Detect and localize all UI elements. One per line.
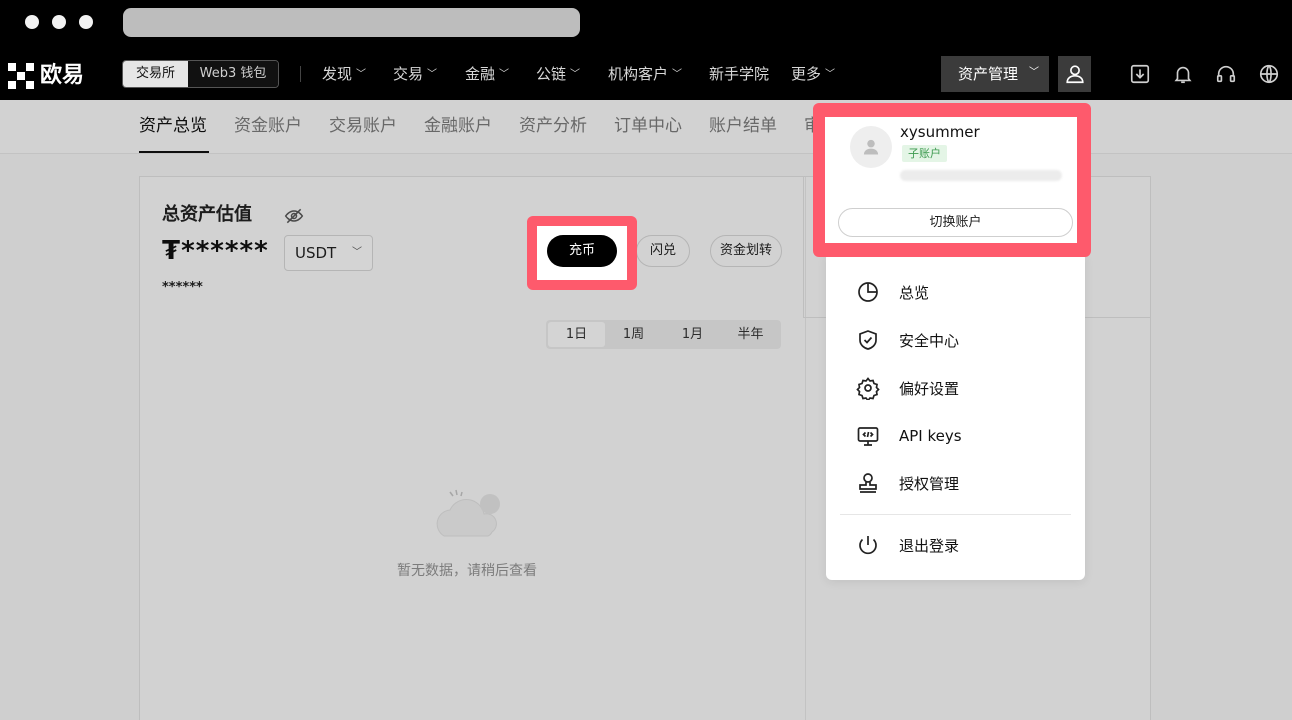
username: xysummer bbox=[900, 123, 980, 141]
overlay-dim bbox=[0, 100, 1292, 720]
menu-item-logout[interactable]: 退出登录 bbox=[856, 531, 959, 559]
chevron-down-icon: ﹀ bbox=[825, 69, 836, 80]
chevron-down-icon: ﹀ bbox=[427, 69, 438, 80]
brand-name: 欧易 bbox=[40, 63, 85, 88]
chevron-down-icon: ﹀ bbox=[672, 69, 683, 80]
window-close-dot[interactable] bbox=[25, 15, 39, 29]
avatar-user-icon bbox=[863, 139, 879, 155]
nav-institutional[interactable]: 机构客户 ﹀ bbox=[608, 64, 682, 87]
shield-icon bbox=[859, 330, 877, 350]
api-monitor-icon bbox=[857, 427, 879, 446]
nav-academy[interactable]: 新手学院 bbox=[709, 64, 769, 84]
masked-account-info bbox=[900, 170, 1062, 181]
deposit-highlight: 充币 bbox=[527, 216, 637, 290]
platform-switch: 交易所 Web3 钱包 bbox=[122, 60, 279, 88]
download-icon[interactable] bbox=[1129, 63, 1151, 85]
user-card: xysummer 子账户 切换账户 bbox=[825, 117, 1077, 243]
nav-divider bbox=[300, 66, 301, 82]
user-dropdown-menu: 总览 安全中心 偏好设置 API keys 授权管理 退出登录 bbox=[826, 252, 1085, 580]
user-profile-button[interactable] bbox=[1058, 56, 1091, 92]
brand-logo[interactable]: 欧易 bbox=[8, 63, 84, 89]
menu-item-api-keys[interactable]: API keys bbox=[856, 422, 962, 450]
user-icon bbox=[1065, 65, 1084, 84]
okx-logo-icon bbox=[8, 63, 34, 89]
window-minimize-dot[interactable] bbox=[52, 15, 66, 29]
chevron-down-icon: ﹀ bbox=[499, 69, 510, 80]
chevron-down-icon: ﹀ bbox=[356, 69, 367, 80]
menu-item-overview[interactable]: 总览 bbox=[856, 278, 929, 306]
address-bar[interactable] bbox=[123, 8, 580, 37]
menu-separator bbox=[840, 514, 1071, 515]
top-navbar: 欧易 交易所 Web3 钱包 发现 ﹀ 交易 ﹀ 金融 ﹀ 公链 ﹀ 机构客户 ﹀ 新手学… bbox=[0, 46, 1292, 100]
window-titlebar bbox=[0, 0, 1292, 46]
avatar bbox=[850, 126, 892, 168]
nav-chain[interactable]: 公链 ﹀ bbox=[536, 64, 580, 87]
tab-exchange[interactable]: 交易所 bbox=[123, 61, 188, 87]
stamp-icon bbox=[859, 473, 877, 493]
nav-trade[interactable]: 交易 ﹀ bbox=[393, 64, 437, 87]
deposit-button[interactable]: 充币 bbox=[547, 235, 617, 267]
globe-icon[interactable] bbox=[1258, 63, 1280, 85]
menu-item-security[interactable]: 安全中心 bbox=[856, 326, 959, 354]
nav-more[interactable]: 更多 ﹀ bbox=[791, 64, 835, 87]
user-card-highlight: xysummer 子账户 切换账户 bbox=[813, 103, 1091, 257]
chevron-down-icon: ﹀ bbox=[1029, 67, 1039, 78]
menu-item-authorization[interactable]: 授权管理 bbox=[856, 469, 959, 497]
switch-account-button[interactable]: 切换账户 bbox=[838, 208, 1073, 237]
nav-discover[interactable]: 发现 ﹀ bbox=[322, 64, 366, 87]
headset-icon[interactable] bbox=[1215, 63, 1237, 85]
gear-icon bbox=[856, 377, 880, 400]
chevron-down-icon: ﹀ bbox=[570, 69, 581, 80]
sub-account-badge: 子账户 bbox=[902, 145, 947, 162]
nav-finance[interactable]: 金融 ﹀ bbox=[465, 64, 509, 87]
deposit-highlight-inner: 充币 bbox=[537, 226, 627, 280]
asset-management-button[interactable]: 资产管理 ﹀ bbox=[941, 56, 1049, 92]
power-icon bbox=[859, 536, 877, 555]
window-zoom-dot[interactable] bbox=[79, 15, 93, 29]
pie-chart-icon bbox=[858, 282, 878, 302]
tab-web3-wallet[interactable]: Web3 钱包 bbox=[188, 61, 278, 87]
menu-item-preferences[interactable]: 偏好设置 bbox=[856, 374, 959, 402]
bell-icon[interactable] bbox=[1172, 63, 1194, 85]
